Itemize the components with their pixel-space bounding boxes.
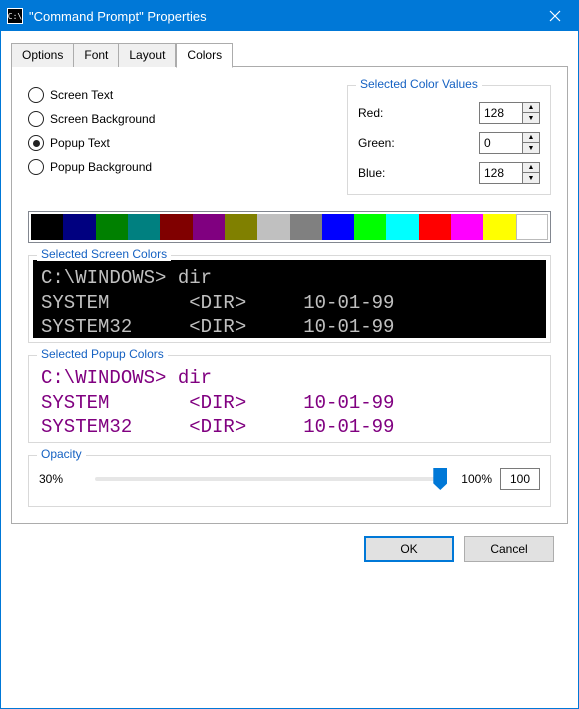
tabs: Options Font Layout Colors Screen Text S… [11,43,568,524]
color-palette [28,211,551,243]
tab-layout[interactable]: Layout [119,43,176,67]
swatch-14[interactable] [483,214,515,240]
properties-window: C:\ "Command Prompt" Properties Options … [0,0,579,709]
tab-options[interactable]: Options [11,43,74,67]
swatch-11[interactable] [386,214,418,240]
tabpage-colors: Screen Text Screen Background Popup Text [11,66,568,524]
rgb-legend: Selected Color Values [356,77,482,91]
rgb-red-row: Red: ▲ ▼ [358,102,540,124]
swatch-12[interactable] [419,214,451,240]
swatch-10[interactable] [354,214,386,240]
radio-icon [28,135,44,151]
rgb-group: Selected Color Values Red: ▲ ▼ [347,85,551,195]
swatch-4[interactable] [160,214,192,240]
opacity-max-label: 100% [461,472,492,486]
swatch-6[interactable] [225,214,257,240]
green-up-button[interactable]: ▲ [522,132,540,143]
cancel-button[interactable]: Cancel [464,536,554,562]
swatch-9[interactable] [322,214,354,240]
green-down-button[interactable]: ▼ [522,143,540,154]
swatch-2[interactable] [96,214,128,240]
titlebar: C:\ "Command Prompt" Properties [1,1,578,31]
opacity-slider[interactable] [95,477,447,481]
tabstrip: Options Font Layout Colors [11,43,568,67]
red-down-button[interactable]: ▼ [522,113,540,124]
popup-preview: C:\WINDOWS> dir SYSTEM <DIR> 10-01-99 SY… [33,360,546,438]
radio-icon [28,87,44,103]
green-input[interactable] [479,132,523,154]
radio-label: Screen Background [50,112,155,126]
radio-icon [28,111,44,127]
red-up-button[interactable]: ▲ [522,102,540,113]
blue-label: Blue: [358,166,418,180]
window-body: Options Font Layout Colors Screen Text S… [1,31,578,708]
swatch-5[interactable] [193,214,225,240]
blue-input[interactable] [479,162,523,184]
swatch-3[interactable] [128,214,160,240]
screen-preview: C:\WINDOWS> dir SYSTEM <DIR> 10-01-99 SY… [33,260,546,338]
radio-label: Screen Text [50,88,113,102]
radio-label: Popup Text [50,136,110,150]
tab-colors[interactable]: Colors [176,43,233,68]
blue-spinner: ▲ ▼ [479,162,540,184]
ok-button[interactable]: OK [364,536,454,562]
close-button[interactable] [532,1,578,31]
cmd-icon: C:\ [7,8,23,24]
swatch-15[interactable] [516,214,548,240]
green-spinner: ▲ ▼ [479,132,540,154]
swatch-0[interactable] [31,214,63,240]
window-title: "Command Prompt" Properties [29,9,532,24]
opacity-group: Opacity 30% 100% [28,455,551,507]
swatch-13[interactable] [451,214,483,240]
rgb-green-row: Green: ▲ ▼ [358,132,540,154]
swatch-7[interactable] [257,214,289,240]
dialog-footer: OK Cancel [11,524,568,576]
red-spinner: ▲ ▼ [479,102,540,124]
radio-icon [28,159,44,175]
color-target-group: Screen Text Screen Background Popup Text [28,81,347,195]
opacity-value-input[interactable] [500,468,540,490]
tab-font[interactable]: Font [74,43,119,67]
screen-preview-legend: Selected Screen Colors [37,247,171,261]
radio-screen-background[interactable]: Screen Background [28,111,347,127]
red-label: Red: [358,106,418,120]
swatch-1[interactable] [63,214,95,240]
rgb-blue-row: Blue: ▲ ▼ [358,162,540,184]
popup-preview-group: Selected Popup Colors C:\WINDOWS> dir SY… [28,355,551,443]
opacity-slider-thumb[interactable] [433,468,447,490]
radio-label: Popup Background [50,160,152,174]
radio-popup-text[interactable]: Popup Text [28,135,347,151]
close-icon [549,10,561,22]
swatch-8[interactable] [290,214,322,240]
radio-screen-text[interactable]: Screen Text [28,87,347,103]
blue-down-button[interactable]: ▼ [522,173,540,184]
radio-popup-background[interactable]: Popup Background [28,159,347,175]
blue-up-button[interactable]: ▲ [522,162,540,173]
red-input[interactable] [479,102,523,124]
opacity-legend: Opacity [37,447,86,461]
screen-preview-group: Selected Screen Colors C:\WINDOWS> dir S… [28,255,551,343]
green-label: Green: [358,136,418,150]
opacity-min-label: 30% [39,472,81,486]
popup-preview-legend: Selected Popup Colors [37,347,168,361]
